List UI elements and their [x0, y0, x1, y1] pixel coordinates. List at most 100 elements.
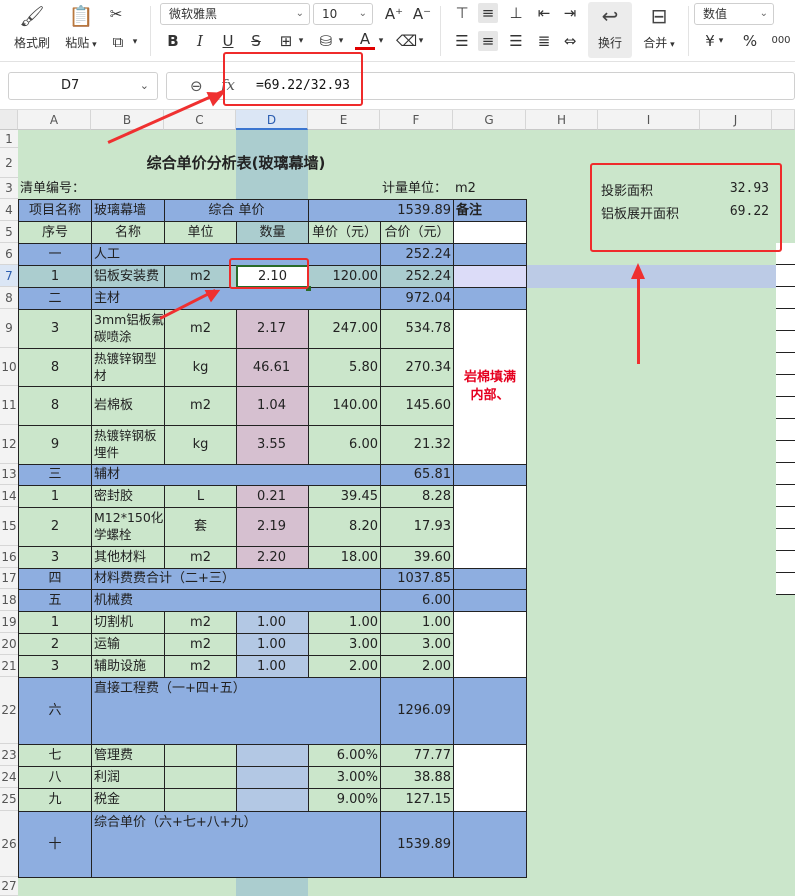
row-name[interactable]: 综合单价（六+七+八+九） — [91, 811, 381, 878]
row-total[interactable]: 145.60 — [380, 386, 454, 426]
row-total[interactable]: 3.00 — [380, 633, 454, 656]
row-header[interactable]: 16 — [0, 546, 18, 568]
row-name[interactable]: 热镀锌钢板埋件 — [91, 425, 165, 465]
row-number[interactable]: 8 — [18, 386, 92, 426]
row-unit-price[interactable]: 9.00% — [308, 788, 381, 812]
note-cell[interactable] — [453, 485, 527, 569]
row-total[interactable]: 1037.85 — [380, 568, 454, 590]
row-number[interactable]: 8 — [18, 348, 92, 387]
note-cell[interactable] — [453, 611, 527, 678]
row-total[interactable]: 39.60 — [380, 546, 454, 569]
column-label[interactable]: 单位 — [164, 221, 237, 244]
project-name-value[interactable]: 玻璃幕墙 — [91, 199, 165, 222]
row-total[interactable]: 8.28 — [380, 485, 454, 508]
chevron-down-icon[interactable]: ▾ — [336, 31, 346, 51]
row-name[interactable]: 其他材料 — [91, 546, 165, 569]
zoom-search-icon[interactable]: ⊖ — [190, 77, 203, 95]
row-number[interactable]: 六 — [18, 677, 92, 745]
column-label[interactable]: 数量 — [236, 221, 309, 244]
row-total[interactable]: 252.24 — [380, 265, 454, 288]
row-quantity[interactable]: 2.20 — [236, 546, 309, 569]
row-name[interactable]: 密封胶 — [91, 485, 165, 508]
row-name[interactable]: 运输 — [91, 633, 165, 656]
row-total[interactable]: 65.81 — [380, 464, 454, 486]
row-total[interactable]: 127.15 — [380, 788, 454, 812]
note-cell[interactable] — [453, 287, 527, 310]
row-name[interactable]: 主材 — [91, 287, 381, 310]
row-total[interactable]: 1296.09 — [380, 677, 454, 745]
copy-dropdown-icon[interactable]: ▾ — [130, 32, 140, 52]
row-header[interactable]: 12 — [0, 425, 18, 464]
font-color-button[interactable]: A — [355, 29, 375, 50]
row-header[interactable]: 19 — [0, 611, 18, 633]
row-unit-price[interactable]: 18.00 — [308, 546, 381, 569]
note-cell[interactable] — [453, 568, 527, 590]
border-icon[interactable]: ⊞ — [276, 31, 296, 51]
percent-button[interactable]: % — [740, 31, 760, 51]
row-header[interactable]: 10 — [0, 348, 18, 386]
row-number[interactable]: 3 — [18, 546, 92, 569]
indent-increase-icon[interactable]: ⇥ — [560, 3, 580, 23]
row-quantity[interactable] — [236, 788, 309, 812]
row-name[interactable]: 材料费费合计（二+三） — [91, 568, 381, 590]
row-number[interactable]: 2 — [18, 633, 92, 656]
merge-button[interactable]: ⊟ 合并 ▾ — [634, 2, 684, 51]
row-total[interactable]: 6.00 — [380, 589, 454, 612]
row-total[interactable]: 972.04 — [380, 287, 454, 310]
row-unit[interactable]: kg — [164, 425, 237, 465]
format-painter-button[interactable]: 🖌 格式刷 — [10, 2, 54, 51]
note-cell[interactable] — [453, 243, 527, 266]
row-unit-price[interactable]: 39.45 — [308, 485, 381, 508]
row-quantity[interactable] — [236, 766, 309, 789]
row-quantity[interactable]: 0.21 — [236, 485, 309, 508]
row-header[interactable]: 18 — [0, 589, 18, 611]
row-unit[interactable]: m2 — [164, 655, 237, 678]
row-unit[interactable]: m2 — [164, 309, 237, 349]
list-no-label[interactable]: 清单编号： — [18, 178, 165, 200]
row-total[interactable]: 38.88 — [380, 766, 454, 789]
column-header-selected[interactable]: D — [236, 110, 308, 130]
row-number[interactable]: 四 — [18, 568, 92, 590]
note-cell[interactable] — [453, 677, 527, 745]
note-cell[interactable] — [453, 464, 527, 486]
row-header[interactable]: 15 — [0, 507, 18, 546]
font-name-select[interactable]: 微软雅黑 ⌄ — [160, 3, 310, 25]
row-unit[interactable] — [164, 744, 237, 767]
justify-icon[interactable]: ≣ — [534, 31, 554, 51]
row-unit-price[interactable]: 3.00 — [308, 633, 381, 656]
copy-icon[interactable]: ⧉ — [108, 32, 128, 52]
row-unit-price[interactable]: 120.00 — [308, 265, 381, 288]
row-header[interactable]: 6 — [0, 243, 18, 265]
row-unit[interactable] — [164, 766, 237, 789]
row-unit[interactable] — [164, 788, 237, 812]
row-header[interactable]: 20 — [0, 633, 18, 655]
row-header[interactable]: 9 — [0, 309, 18, 348]
row-quantity[interactable]: 1.00 — [236, 633, 309, 656]
row-header[interactable]: 14 — [0, 485, 18, 507]
row-unit[interactable]: m2 — [164, 611, 237, 634]
cut-icon[interactable]: ✂ — [106, 4, 126, 24]
column-header[interactable]: G — [453, 110, 526, 130]
strikethrough-button[interactable]: S — [246, 31, 266, 51]
row-header[interactable]: 1 — [0, 130, 18, 148]
distribute-icon[interactable]: ⇔ — [560, 31, 580, 51]
row-quantity[interactable]: 46.61 — [236, 348, 309, 387]
row-number[interactable]: 十 — [18, 811, 92, 878]
row-number[interactable]: 3 — [18, 309, 92, 349]
row-name[interactable]: M12*150化学螺栓 — [91, 507, 165, 547]
row-number[interactable]: 七 — [18, 744, 92, 767]
row-unit-price[interactable]: 140.00 — [308, 386, 381, 426]
unit-value[interactable]: m2 — [453, 178, 527, 200]
font-size-select[interactable]: 10 ⌄ — [313, 3, 373, 25]
row-unit-price[interactable]: 1.00 — [308, 611, 381, 634]
row-header[interactable]: 22 — [0, 677, 18, 744]
bold-button[interactable]: B — [163, 31, 183, 51]
chevron-down-icon[interactable]: ▾ — [296, 31, 306, 51]
row-number[interactable]: 一 — [18, 243, 92, 266]
row-number[interactable]: 三 — [18, 464, 92, 486]
column-label[interactable]: 序号 — [18, 221, 92, 244]
align-right-icon[interactable]: ☰ — [506, 31, 526, 51]
row-name[interactable]: 3mm铝板氟碳喷涂 — [91, 309, 165, 349]
row-header[interactable]: 17 — [0, 568, 18, 589]
name-box[interactable]: D7 ⌄ — [8, 72, 158, 100]
